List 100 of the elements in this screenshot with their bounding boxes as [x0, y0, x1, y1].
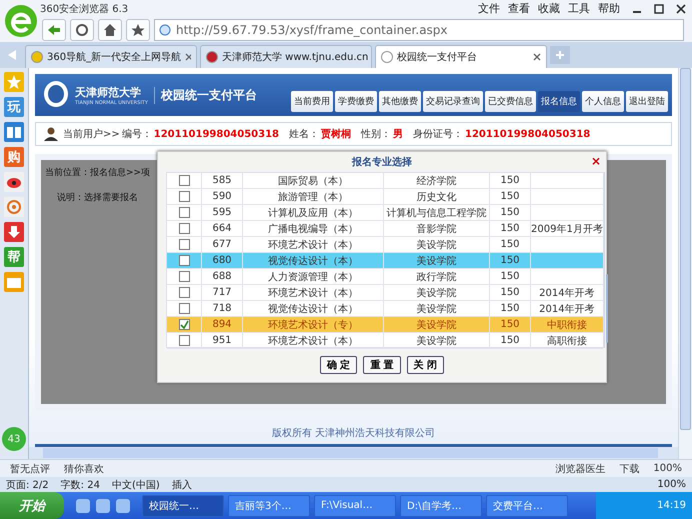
- table-row[interactable]: 590 旅游管理（本） 历史文化 150: [167, 189, 603, 205]
- table-cell: 视觉传达设计（本）: [243, 253, 384, 268]
- table-cell: 717: [202, 285, 243, 300]
- table-cell: 150: [490, 285, 531, 300]
- checkbox[interactable]: [178, 223, 190, 234]
- field-value: 120110199804050318: [154, 128, 280, 140]
- table-row[interactable]: 595 计算机及应用（本） 计算机与信息工程学院 150: [167, 205, 603, 221]
- menu-item[interactable]: 文件: [478, 1, 500, 16]
- table-cell-text: 2014年开考: [539, 286, 595, 300]
- menu-item[interactable]: 查看: [508, 1, 530, 16]
- checkbox[interactable]: [178, 287, 190, 298]
- close-icon[interactable]: [676, 4, 686, 14]
- table-cell: 广播电视编导（本）: [243, 221, 384, 236]
- table-cell: 894: [202, 317, 243, 332]
- table-cell: 历史文化: [384, 189, 490, 204]
- table-cell: 美设学院: [384, 237, 490, 252]
- horizontal-scrollbar[interactable]: [29, 447, 678, 459]
- checkbox[interactable]: [178, 319, 190, 330]
- taskbar-button[interactable]: F:\Visual…: [314, 494, 396, 516]
- table-cell: 视觉传达设计（本）: [243, 301, 384, 316]
- table-row[interactable]: 680 视觉传达设计（本） 美设学院 150: [167, 253, 603, 269]
- nav-tab[interactable]: 退出登陆: [626, 91, 668, 112]
- checkbox[interactable]: [178, 303, 190, 314]
- table-cell: 150: [490, 173, 531, 188]
- document-status: 中文(中国): [112, 478, 160, 492]
- status-item[interactable]: 猜你喜欢: [64, 462, 104, 476]
- table-cell: 环境艺术设计（本）: [243, 285, 384, 300]
- checkbox[interactable]: [178, 191, 190, 202]
- table-cell: 美设学院: [384, 301, 490, 316]
- table-row[interactable]: 585 国际贸易（本） 经济学院 150: [167, 173, 603, 189]
- eye-icon[interactable]: [4, 172, 24, 192]
- checkbox[interactable]: [178, 207, 190, 218]
- star-icon[interactable]: [4, 72, 24, 92]
- refresh-icon: [75, 22, 89, 36]
- table-row[interactable]: 717 环境艺术设计（本） 美设学院 150 2014年开考: [167, 285, 603, 301]
- window-title: 360安全浏览器 6.3: [40, 2, 128, 16]
- taskbar-button[interactable]: 吉丽等3个…: [228, 494, 310, 516]
- checkbox[interactable]: [178, 255, 190, 266]
- checkbox[interactable]: [178, 335, 190, 346]
- scrollbar[interactable]: [604, 172, 605, 348]
- browser-tab[interactable]: 天津师范大学 www.tjnu.edu.cn: [200, 45, 372, 68]
- menu-item[interactable]: 帮助: [598, 1, 620, 16]
- checkbox[interactable]: [178, 271, 190, 282]
- table-cell: 150: [490, 269, 531, 284]
- status-item[interactable]: 浏览器医生: [555, 462, 606, 476]
- favorite-button[interactable]: [126, 18, 150, 40]
- nav-tab[interactable]: 其他缴费: [379, 91, 421, 112]
- checkbox[interactable]: [178, 239, 190, 250]
- app-icon[interactable]: [96, 498, 110, 512]
- nav-tab[interactable]: 当前费用: [291, 91, 333, 112]
- book-icon[interactable]: [4, 122, 24, 142]
- menu-item[interactable]: 收藏: [538, 1, 560, 16]
- dialog-button[interactable]: 关 闭: [406, 356, 444, 374]
- instruction-text: 说明：选择需要报名: [57, 192, 138, 204]
- browser-tab[interactable]: 校园统一支付平台: [375, 45, 547, 68]
- table-cell: 美设学院: [384, 333, 490, 348]
- browser-tab[interactable]: 360导航_新一代安全上网导航: [25, 45, 197, 68]
- address-field[interactable]: http://59.67.79.53/xysf/frame_container.aspx: [154, 18, 684, 40]
- home-button[interactable]: [98, 18, 122, 40]
- table-cell: 计算机及应用（本）: [243, 205, 384, 220]
- down-icon[interactable]: [4, 222, 24, 242]
- table-cell: 150: [490, 333, 531, 348]
- table-row[interactable]: 951 环境艺术设计（本） 美设学院 150 高职衔接: [167, 333, 603, 349]
- nav-tab[interactable]: 交易记录查询: [423, 91, 483, 112]
- copyright-text: 版权所有 天津神州浩天科技有限公司: [272, 426, 436, 440]
- nav-tab[interactable]: 报名信息: [538, 91, 580, 112]
- table-row[interactable]: 664 广播电视编导（本） 音影学院 150 2009年1月开考: [167, 221, 603, 237]
- taskbar-button[interactable]: 校园统一…: [142, 494, 224, 516]
- app-icon[interactable]: [76, 498, 90, 512]
- table-row[interactable]: 894 环境艺术设计（专） 美设学院 150 中职衔接: [167, 317, 603, 333]
- back-button[interactable]: [42, 18, 66, 40]
- app-icon[interactable]: [116, 498, 130, 512]
- table-cell: 经济学院: [384, 173, 490, 188]
- refresh-button[interactable]: [70, 18, 94, 40]
- close-icon[interactable]: [533, 53, 541, 61]
- menu-item[interactable]: 工具: [568, 1, 590, 16]
- taskbar-button[interactable]: 交费平台…: [486, 494, 568, 516]
- nav-tab[interactable]: 个人信息: [582, 91, 624, 112]
- checkbox[interactable]: [178, 175, 190, 186]
- table-cell: 政行学院: [384, 269, 490, 284]
- table-row[interactable]: 688 人力资源管理（本） 政行学院 150: [167, 269, 603, 285]
- status-item[interactable]: 暂无点评: [10, 462, 50, 476]
- status-item[interactable]: 下载: [619, 462, 640, 476]
- zoom-level: 100%: [657, 479, 686, 490]
- table-cell: 664: [202, 221, 243, 236]
- document-status: 字数: 24: [60, 478, 100, 492]
- vertical-scrollbar[interactable]: [678, 68, 692, 459]
- home-icon: [103, 22, 117, 36]
- dialog-button[interactable]: 重 置: [363, 356, 401, 374]
- table-cell: 150: [490, 205, 531, 220]
- table-cell: 美设学院: [384, 317, 490, 332]
- maximize-icon[interactable]: [654, 4, 664, 14]
- taskbar-button[interactable]: D:\自学考…: [400, 494, 482, 516]
- dialog-button[interactable]: 确 定: [320, 356, 358, 374]
- nav-tab[interactable]: 学费缴费: [335, 91, 377, 112]
- sidebar-toggle-icon[interactable]: [6, 49, 18, 61]
- close-button[interactable]: ×: [590, 154, 601, 168]
- nav-tab[interactable]: 已交费信息: [485, 91, 536, 112]
- table-cell-text: 2014年开考: [539, 302, 595, 316]
- status-item[interactable]: 100%: [653, 463, 682, 474]
